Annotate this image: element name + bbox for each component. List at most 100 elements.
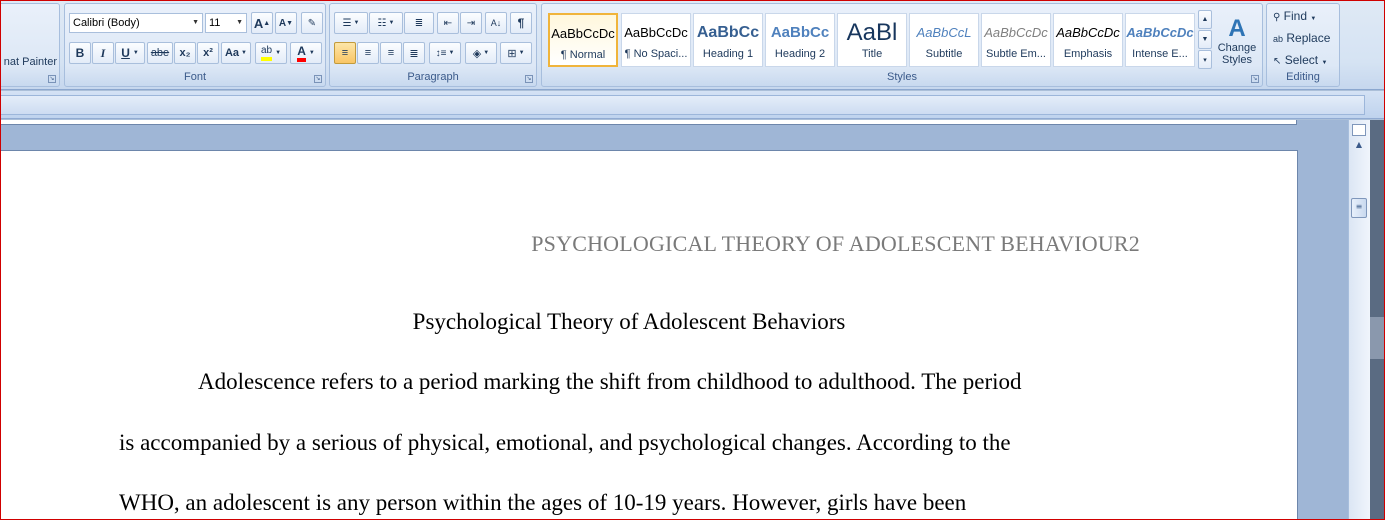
- styles-group: AaBbCcDc ¶ Normal AaBbCcDc ¶ No Spaci...…: [541, 3, 1263, 87]
- vertical-scrollbar[interactable]: ▲ ≡: [1348, 120, 1370, 520]
- ruler-toggle-icon[interactable]: [1352, 124, 1366, 136]
- style-name: ¶ Normal: [560, 49, 606, 61]
- numbered-list-icon: ☷: [377, 17, 387, 29]
- italic-button[interactable]: I: [92, 42, 114, 64]
- clear-formatting-button[interactable]: ✎: [301, 12, 323, 34]
- scroll-thumb[interactable]: ≡: [1351, 198, 1367, 218]
- decrease-indent-button[interactable]: ⇤: [437, 12, 459, 34]
- style-tile-subtle-emphasis[interactable]: AaBbCcDc Subtle Em...: [981, 13, 1051, 67]
- binoculars-icon: ⚲: [1273, 12, 1281, 23]
- style-name: Heading 2: [774, 48, 826, 60]
- gallery-up-button[interactable]: ▲: [1198, 10, 1212, 29]
- document-title[interactable]: Psychological Theory of Adolescent Behav…: [0, 309, 1258, 335]
- more-icon: ▾: [1203, 56, 1207, 64]
- grow-font-button[interactable]: A ▲: [251, 12, 273, 34]
- body-line-1[interactable]: Adolescence refers to a period marking t…: [198, 369, 1022, 395]
- style-sample: AaBbCc: [696, 24, 760, 41]
- superscript-button[interactable]: x²: [197, 42, 219, 64]
- eraser-icon: ✎: [307, 17, 317, 29]
- sort-button[interactable]: A↓: [485, 12, 507, 34]
- highlight-color-button[interactable]: ab ▼: [255, 42, 287, 64]
- style-tile-intense-emphasis[interactable]: AaBbCcDc Intense E...: [1125, 13, 1195, 67]
- replace-button[interactable]: ab Replace: [1273, 31, 1330, 45]
- style-tile-heading-2[interactable]: AaBbCc Heading 2: [765, 13, 835, 67]
- scroll-up-icon[interactable]: ▲: [1351, 140, 1367, 154]
- format-painter-button[interactable]: nat Painter: [0, 51, 57, 73]
- font-family-combo[interactable]: Calibri (Body) ▼: [69, 13, 203, 33]
- bold-label: B: [75, 46, 85, 60]
- increase-indent-button[interactable]: ⇥: [460, 12, 482, 34]
- justify-icon: ≣: [409, 47, 419, 60]
- style-tile-no-spacing[interactable]: AaBbCcDc ¶ No Spaci...: [621, 13, 691, 67]
- multilevel-list-button[interactable]: ≣: [404, 12, 434, 34]
- paragraph-group: ☰ ▼ ☷ ▼ ≣ ⇤ ⇥ A↓ ¶ ≡ ≡ ≡ ≣ ↕≡ ▼ ◈ ▼ ⊞ ▼ …: [329, 3, 537, 87]
- find-button[interactable]: ⚲ Find ▼: [1273, 9, 1316, 23]
- subscript-button[interactable]: x₂: [174, 42, 196, 64]
- select-button[interactable]: ↖ Select ▼: [1273, 53, 1327, 67]
- strikethrough-label: abe: [150, 47, 170, 59]
- font-color-button[interactable]: A ▼: [290, 42, 322, 64]
- change-case-label: Aa: [224, 47, 240, 59]
- style-tile-title[interactable]: AaBl Title: [837, 13, 907, 67]
- clipboard-launcher-icon[interactable]: ↘: [48, 75, 56, 83]
- justify-button[interactable]: ≣: [403, 42, 425, 64]
- style-sample: AaBbCcDc: [551, 26, 615, 41]
- font-size-combo[interactable]: 11 ▼: [205, 13, 247, 33]
- change-case-button[interactable]: Aa ▼: [221, 42, 251, 64]
- style-sample: AaBbCcL: [916, 25, 972, 40]
- gallery-down-button[interactable]: ▼: [1198, 30, 1212, 49]
- ribbon: nat Painter ↘ Calibri (Body) ▼ 11 ▼ A ▲ A…: [0, 0, 1385, 90]
- align-center-button[interactable]: ≡: [357, 42, 379, 64]
- style-tile-heading-1[interactable]: AaBbCc Heading 1: [693, 13, 763, 67]
- change-styles-button[interactable]: A Change Styles: [1214, 8, 1260, 74]
- style-tile-subtitle[interactable]: AaBbCcL Subtitle: [909, 13, 979, 67]
- numbering-button[interactable]: ☷ ▼: [369, 12, 403, 34]
- gallery-more-button[interactable]: ▾: [1198, 50, 1212, 69]
- paragraph-launcher-icon[interactable]: ↘: [525, 75, 533, 83]
- body-line-2[interactable]: is accompanied by a serious of physical,…: [119, 430, 1011, 456]
- shading-button[interactable]: ◈ ▼: [465, 42, 497, 64]
- previous-page-edge: [0, 120, 1297, 125]
- pilcrow-icon: ¶: [517, 16, 525, 30]
- align-center-icon: ≡: [364, 47, 372, 59]
- line-spacing-button[interactable]: ↕≡ ▼: [429, 42, 461, 64]
- format-painter-label: nat Painter: [3, 56, 57, 68]
- paint-bucket-icon: ◈: [472, 47, 482, 60]
- chevron-down-icon: ▼: [241, 50, 247, 56]
- align-left-button[interactable]: ≡: [334, 42, 356, 64]
- borders-button[interactable]: ⊞ ▼: [500, 42, 532, 64]
- borders-icon: ⊞: [507, 47, 517, 60]
- change-styles-label-2: Styles: [1222, 54, 1252, 66]
- bullets-button[interactable]: ☰ ▼: [334, 12, 368, 34]
- font-launcher-icon[interactable]: ↘: [314, 75, 322, 83]
- change-styles-icon: A: [1228, 15, 1246, 42]
- align-right-button[interactable]: ≡: [380, 42, 402, 64]
- document-page[interactable]: PSYCHOLOGICAL THEORY OF ADOLESCENT BEHAV…: [0, 150, 1298, 520]
- font-size-value: 11: [209, 17, 221, 29]
- grow-font-label: A: [253, 15, 264, 31]
- underline-button[interactable]: U ▼: [115, 42, 145, 64]
- font-group-label: Font: [183, 71, 206, 83]
- chevron-down-icon: ▼: [132, 50, 139, 56]
- style-tile-normal[interactable]: AaBbCcDc ¶ Normal: [548, 13, 618, 67]
- chevron-up-icon: ▲: [1201, 16, 1209, 23]
- strikethrough-button[interactable]: abe: [147, 42, 173, 64]
- chevron-down-icon: ▼: [353, 20, 360, 26]
- subscript-label: x₂: [179, 47, 191, 59]
- show-marks-button[interactable]: ¶: [510, 12, 532, 34]
- clipboard-group: nat Painter ↘: [0, 3, 60, 87]
- highlighter-icon: ab: [260, 45, 273, 61]
- document-area[interactable]: PSYCHOLOGICAL THEORY OF ADOLESCENT BEHAV…: [0, 120, 1348, 520]
- shrink-font-button[interactable]: A ▼: [275, 12, 297, 34]
- bullet-list-icon: ☰: [342, 17, 352, 29]
- body-line-3[interactable]: WHO, an adolescent is any person within …: [119, 490, 966, 516]
- style-tile-emphasis[interactable]: AaBbCcDc Emphasis: [1053, 13, 1123, 67]
- style-name: Heading 1: [702, 48, 754, 60]
- style-name: Title: [861, 48, 883, 60]
- styles-launcher-icon[interactable]: ↘: [1251, 75, 1259, 83]
- bold-button[interactable]: B: [69, 42, 91, 64]
- chevron-down-icon: ▼: [518, 50, 525, 56]
- page-header[interactable]: PSYCHOLOGICAL THEORY OF ADOLESCENT BEHAV…: [531, 231, 1140, 257]
- chevron-down-icon: ▼: [483, 50, 490, 56]
- select-label: Select: [1284, 53, 1319, 67]
